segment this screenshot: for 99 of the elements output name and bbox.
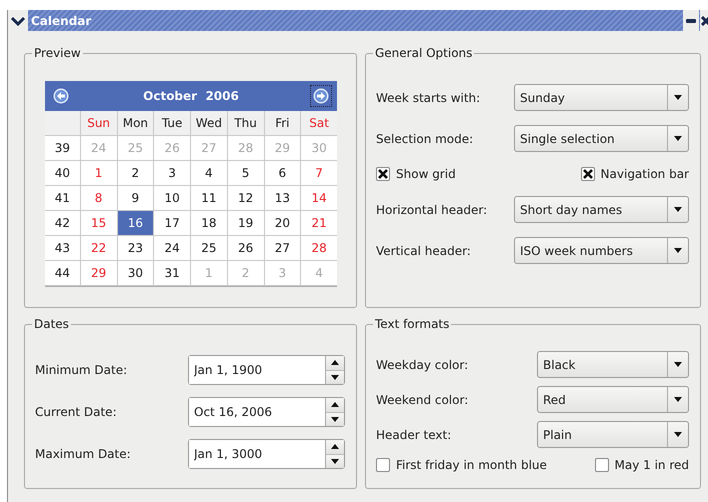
day-cell[interactable]: 5 bbox=[228, 161, 264, 186]
weekday-header: Wed bbox=[191, 111, 228, 136]
cross-mark-icon bbox=[378, 169, 388, 179]
down-arrow-icon bbox=[331, 416, 339, 422]
weekday-header: Mon bbox=[118, 111, 154, 136]
field-label: Current Date: bbox=[35, 405, 117, 419]
day-cell[interactable]: 3 bbox=[154, 161, 191, 186]
day-cell[interactable]: 22 bbox=[80, 236, 118, 261]
week-number: 43 bbox=[45, 236, 81, 261]
field-label: Week starts with: bbox=[376, 90, 480, 104]
day-cell[interactable]: 17 bbox=[154, 211, 191, 236]
day-cell[interactable]: 16 bbox=[118, 211, 154, 236]
panel-title: Dates bbox=[33, 317, 70, 331]
back-arrow-icon bbox=[53, 88, 69, 104]
field-label: Maximum Date: bbox=[35, 447, 131, 461]
chevron-down-icon bbox=[11, 16, 25, 26]
decrement-button[interactable] bbox=[326, 412, 344, 426]
dropdown-arrow-icon bbox=[674, 432, 682, 437]
dropdown[interactable]: Short day names bbox=[514, 196, 689, 223]
day-cell[interactable]: 12 bbox=[228, 186, 264, 211]
window-title: Calendar bbox=[31, 14, 92, 28]
up-arrow-icon bbox=[331, 360, 339, 366]
dropdown-arrow-icon bbox=[674, 207, 682, 212]
field-label: Vertical header: bbox=[376, 244, 471, 258]
increment-button[interactable] bbox=[326, 398, 344, 412]
corner-cell bbox=[45, 111, 81, 136]
field-label: Selection mode: bbox=[376, 132, 474, 146]
day-cell[interactable]: 11 bbox=[191, 186, 228, 211]
day-cell[interactable]: 8 bbox=[80, 186, 118, 211]
dropdown-arrow-icon bbox=[674, 136, 682, 141]
window-menu-button[interactable] bbox=[8, 10, 28, 31]
day-cell[interactable]: 10 bbox=[154, 186, 191, 211]
week-number: 42 bbox=[45, 211, 81, 236]
dropdown-arrow-icon bbox=[674, 95, 682, 100]
day-cell[interactable]: 15 bbox=[80, 211, 118, 236]
dropdown[interactable]: Sunday bbox=[514, 84, 689, 111]
day-cell[interactable]: 25 bbox=[191, 236, 228, 261]
weekday-header: Sat bbox=[301, 111, 337, 136]
checkbox[interactable]: First friday in month blue bbox=[376, 458, 547, 472]
day-cell[interactable]: 20 bbox=[264, 211, 302, 236]
decrement-button[interactable] bbox=[326, 454, 344, 468]
day-cell[interactable]: 9 bbox=[118, 186, 154, 211]
day-cell[interactable]: 13 bbox=[264, 186, 302, 211]
weekday-header: Sun bbox=[80, 111, 118, 136]
close-button[interactable] bbox=[700, 10, 708, 31]
day-cell[interactable]: 18 bbox=[191, 211, 228, 236]
day-cell[interactable]: 30 bbox=[118, 261, 154, 286]
field-label: Header text: bbox=[376, 428, 452, 442]
dropdown[interactable]: Black bbox=[537, 351, 689, 378]
field-label: Horizontal header: bbox=[376, 202, 488, 216]
day-cell[interactable]: 1 bbox=[80, 161, 118, 186]
dropdown-arrow-icon bbox=[674, 248, 682, 253]
week-number: 39 bbox=[45, 136, 81, 161]
day-cell[interactable]: 4 bbox=[191, 161, 228, 186]
checkbox[interactable]: Navigation bar bbox=[580, 167, 689, 181]
dropdown[interactable]: Red bbox=[537, 386, 689, 413]
next-month-button[interactable] bbox=[310, 85, 332, 107]
up-arrow-icon bbox=[331, 402, 339, 408]
increment-button[interactable] bbox=[326, 440, 344, 454]
dropdown-arrow-icon bbox=[674, 397, 682, 402]
panel-title: General Options bbox=[374, 46, 474, 60]
minimize-icon bbox=[686, 18, 696, 22]
day-cell[interactable]: 26 bbox=[228, 236, 264, 261]
cross-mark-icon bbox=[582, 169, 593, 179]
up-arrow-icon bbox=[331, 444, 339, 450]
panel-title: Text formats bbox=[374, 317, 450, 331]
forward-arrow-icon bbox=[312, 88, 329, 104]
dropdown[interactable]: Plain bbox=[537, 421, 689, 448]
date-spinner[interactable]: Oct 16, 2006 bbox=[188, 397, 345, 427]
weekday-header: Fri bbox=[264, 111, 302, 136]
day-cell[interactable]: 29 bbox=[80, 261, 118, 286]
dropdown[interactable]: ISO week numbers bbox=[514, 237, 689, 264]
day-cell[interactable]: 2 bbox=[118, 161, 154, 186]
week-number: 41 bbox=[45, 186, 81, 211]
checkbox[interactable]: Show grid bbox=[376, 167, 456, 181]
close-icon bbox=[701, 16, 708, 26]
day-cell[interactable]: 19 bbox=[228, 211, 264, 236]
dropdown-arrow-icon bbox=[674, 362, 682, 367]
checkbox[interactable]: May 1 in red bbox=[594, 458, 689, 472]
weekday-header: Tue bbox=[154, 111, 191, 136]
field-label: Minimum Date: bbox=[35, 363, 128, 377]
minimize-button[interactable] bbox=[683, 10, 699, 31]
day-cell[interactable]: 23 bbox=[118, 236, 154, 261]
week-number: 40 bbox=[45, 161, 81, 186]
month-title: October 2006 bbox=[143, 89, 239, 103]
down-arrow-icon bbox=[331, 374, 339, 380]
increment-button[interactable] bbox=[326, 356, 344, 370]
field-label: Weekday color: bbox=[376, 358, 468, 372]
week-number: 44 bbox=[45, 261, 81, 286]
day-cell[interactable]: 31 bbox=[154, 261, 191, 286]
day-cell[interactable]: 24 bbox=[154, 236, 191, 261]
panel-title: Preview bbox=[33, 46, 82, 60]
day-cell[interactable]: 27 bbox=[264, 236, 302, 261]
weekday-header: Thu bbox=[228, 111, 264, 136]
day-cell[interactable]: 6 bbox=[264, 161, 302, 186]
decrement-button[interactable] bbox=[326, 370, 344, 384]
field-label: Weekend color: bbox=[376, 392, 468, 406]
dropdown[interactable]: Single selection bbox=[514, 125, 689, 152]
down-arrow-icon bbox=[331, 458, 339, 464]
